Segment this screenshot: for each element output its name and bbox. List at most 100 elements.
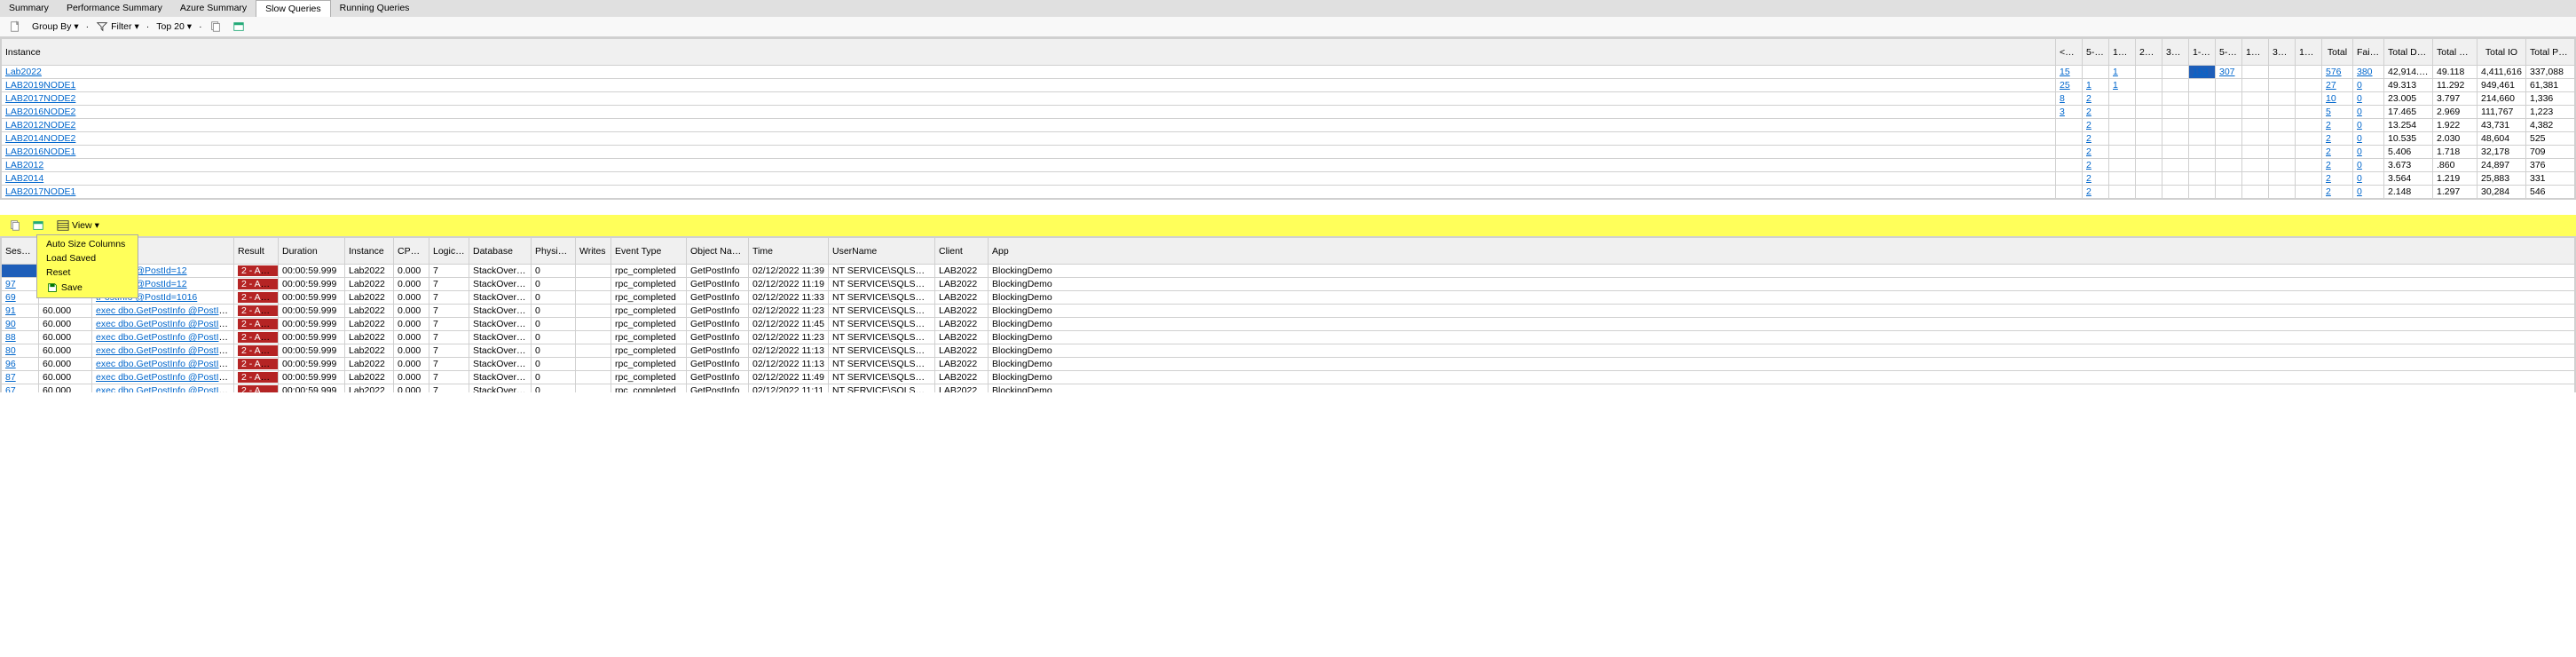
instance-link[interactable]: LAB2016NODE2: [5, 107, 75, 117]
view-menu-save[interactable]: Save: [37, 280, 138, 296]
filter-dropdown[interactable]: Filter ▾: [92, 20, 143, 34]
column-header[interactable]: Total Duration (sec): [2384, 39, 2433, 66]
count-link[interactable]: 0: [2357, 160, 2362, 170]
column-header[interactable]: Time: [749, 238, 829, 265]
count-link[interactable]: 2: [2086, 120, 2092, 131]
count-link[interactable]: 2: [2326, 120, 2331, 131]
tab-slow-queries[interactable]: Slow Queries: [256, 0, 330, 17]
count-link[interactable]: 8: [2060, 93, 2065, 104]
session-id-link[interactable]: 97: [5, 279, 16, 289]
count-link[interactable]: 1: [2113, 80, 2118, 91]
table-row[interactable]: 6760.000exec dbo.GetPostInfo @PostId=107…: [2, 384, 2575, 393]
table-row[interactable]: LAB20122203.673.86024,897376: [2, 159, 2575, 172]
query-text-link[interactable]: exec dbo.GetPostInfo @PostId=12: [96, 372, 234, 383]
column-header[interactable]: 20-30 sec: [2136, 39, 2162, 66]
count-link[interactable]: 0: [2357, 120, 2362, 131]
tab-summary[interactable]: Summary: [0, 0, 58, 17]
tab-performance-summary[interactable]: Performance Summary: [58, 0, 171, 17]
count-link[interactable]: 0: [2357, 146, 2362, 157]
column-header[interactable]: UserName: [829, 238, 935, 265]
new-icon[interactable]: [5, 20, 25, 34]
count-link[interactable]: 2: [2086, 133, 2092, 144]
session-id-link[interactable]: 88: [5, 332, 16, 343]
table-row[interactable]: LAB2016NODE12205.4061.71832,178709: [2, 146, 2575, 159]
count-link[interactable]: 2: [2086, 146, 2092, 157]
tab-running-queries[interactable]: Running Queries: [331, 0, 419, 17]
query-text-link[interactable]: exec dbo.GetPostInfo @PostId=986: [96, 305, 234, 316]
count-link[interactable]: 2: [2086, 160, 2092, 170]
session-id-link[interactable]: 69: [5, 292, 16, 303]
table-row[interactable]: LAB2017NODE12202.1481.29730,284546: [2, 186, 2575, 199]
count-link[interactable]: 5: [2326, 107, 2331, 117]
count-link[interactable]: 25: [2060, 80, 2070, 91]
instance-link[interactable]: LAB2017NODE2: [5, 93, 75, 104]
count-link[interactable]: 2: [2086, 107, 2092, 117]
copy-icon[interactable]: [206, 20, 225, 34]
table-row[interactable]: LAB20142203.5641.21925,883331: [2, 172, 2575, 186]
count-link[interactable]: 2: [2086, 93, 2092, 104]
query-text-link[interactable]: exec dbo.GetPostInfo @PostId=12: [96, 359, 234, 369]
column-header[interactable]: 30-60 sec: [2162, 39, 2189, 66]
column-header[interactable]: CPU (sec): [394, 238, 429, 265]
table-row[interactable]: tPostInfo @PostId=122 - Abort00:00:59.99…: [2, 265, 2575, 278]
query-text-link[interactable]: exec dbo.GetPostInfo @PostId=11: [96, 319, 234, 329]
count-link[interactable]: 10: [2326, 93, 2336, 104]
column-header[interactable]: Object Name: [687, 238, 749, 265]
instance-link[interactable]: LAB2012NODE2: [5, 120, 75, 131]
count-link[interactable]: 0: [2357, 133, 2362, 144]
table-row[interactable]: 8760.000exec dbo.GetPostInfo @PostId=122…: [2, 371, 2575, 384]
table-row[interactable]: Lab202215115330757638042,914.59149.1184,…: [2, 66, 2575, 79]
query-text-link[interactable]: exec dbo.GetPostInfo @PostId=986: [96, 345, 234, 356]
column-header[interactable]: 5-10 sec: [2083, 39, 2109, 66]
table-row[interactable]: LAB2012NODE222013.2541.92243,7314,382: [2, 119, 2575, 132]
instance-link[interactable]: LAB2016NODE1: [5, 146, 75, 157]
column-header[interactable]: Event Type: [611, 238, 687, 265]
session-id-link[interactable]: 80: [5, 345, 16, 356]
table-row[interactable]: 69tPostInfo @PostId=10162 - Abort00:00:5…: [2, 291, 2575, 305]
column-header[interactable]: Total Physical IO: [2526, 39, 2575, 66]
count-link[interactable]: 576: [2326, 67, 2342, 77]
table-row[interactable]: LAB2016NODE2325017.4652.969111,7671,223: [2, 106, 2575, 119]
session-id-link[interactable]: 91: [5, 305, 16, 316]
count-link[interactable]: 15: [2060, 67, 2070, 77]
column-header[interactable]: Result: [234, 238, 279, 265]
table-row[interactable]: LAB2017NODE28210023.0053.797214,6601,336: [2, 92, 2575, 106]
tab-azure-summary[interactable]: Azure Summary: [171, 0, 256, 17]
copy-icon[interactable]: [5, 218, 25, 233]
count-link[interactable]: 2: [2326, 186, 2331, 197]
column-header[interactable]: Writes: [576, 238, 611, 265]
query-text-link[interactable]: exec dbo.GetPostInfo @PostId=1074: [96, 385, 234, 392]
table-row[interactable]: LAB2014NODE222010.5352.03048,604525: [2, 132, 2575, 146]
column-header[interactable]: App: [989, 238, 2575, 265]
count-link[interactable]: 0: [2357, 107, 2362, 117]
count-link[interactable]: 3: [2060, 107, 2065, 117]
column-header[interactable]: Total: [2322, 39, 2353, 66]
column-header[interactable]: 10-30 min: [2242, 39, 2269, 66]
count-link[interactable]: 0: [2357, 80, 2362, 91]
group-by-dropdown[interactable]: Group By ▾: [28, 20, 83, 33]
column-header[interactable]: Logical Reads: [429, 238, 469, 265]
count-link[interactable]: 2: [2326, 146, 2331, 157]
column-header[interactable]: Total CPU (sec): [2433, 39, 2478, 66]
column-header[interactable]: Physical Reads: [532, 238, 576, 265]
instance-link[interactable]: LAB2017NODE1: [5, 186, 75, 197]
count-link[interactable]: 0: [2357, 93, 2362, 104]
export-icon[interactable]: [229, 20, 248, 34]
count-link[interactable]: 380: [2357, 67, 2373, 77]
column-header[interactable]: Total IO: [2478, 39, 2526, 66]
column-header[interactable]: Session ID: [2, 238, 39, 265]
count-link[interactable]: 2: [2086, 186, 2092, 197]
instance-link[interactable]: LAB2019NODE1: [5, 80, 75, 91]
column-header[interactable]: Database: [469, 238, 532, 265]
count-link[interactable]: 1: [2113, 67, 2118, 77]
column-header[interactable]: 1-5 min: [2189, 39, 2216, 66]
column-header[interactable]: 1hr+: [2296, 39, 2322, 66]
count-link[interactable]: 0: [2357, 186, 2362, 197]
count-link[interactable]: 27: [2326, 80, 2336, 91]
session-id-link[interactable]: 90: [5, 319, 16, 329]
table-row[interactable]: 9060.000exec dbo.GetPostInfo @PostId=112…: [2, 318, 2575, 331]
count-link[interactable]: 307: [2219, 67, 2235, 77]
count-link[interactable]: 0: [2357, 173, 2362, 184]
column-header[interactable]: Instance: [2, 39, 2056, 66]
count-link[interactable]: 2: [2326, 173, 2331, 184]
